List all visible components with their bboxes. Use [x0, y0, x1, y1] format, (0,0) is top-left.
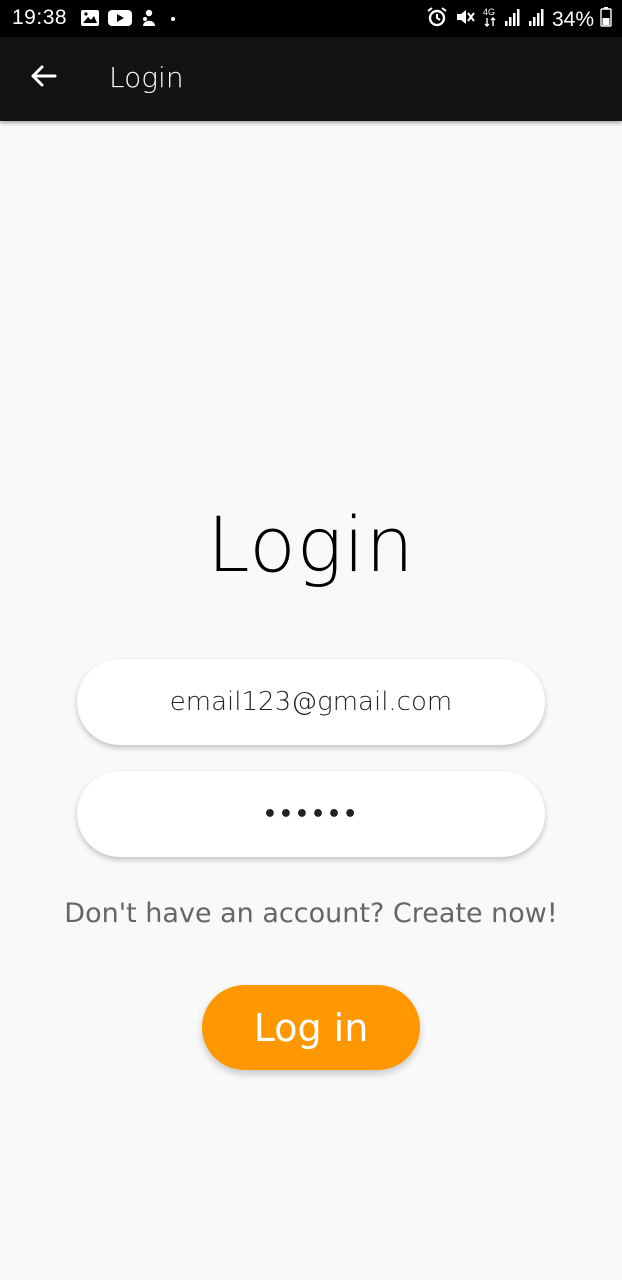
status-left-icons: [80, 8, 180, 33]
signal-icon: [504, 7, 522, 32]
email-field[interactable]: [99, 686, 523, 718]
login-button[interactable]: Log in: [202, 985, 420, 1070]
notification-icon: [140, 8, 158, 33]
app-toolbar: Login: [0, 37, 622, 121]
create-account-link[interactable]: Don't have an account? Create now!: [0, 898, 622, 929]
signal-icon: [528, 7, 546, 32]
password-field[interactable]: [99, 800, 523, 828]
youtube-icon: [108, 9, 132, 32]
status-right: 4G 34%: [426, 6, 612, 33]
4g-icon: 4G: [482, 6, 498, 33]
arrow-left-icon: [29, 64, 57, 92]
status-bar: 19:38 4G 34%: [0, 0, 622, 37]
back-button[interactable]: [22, 57, 64, 99]
mute-icon: [454, 7, 476, 32]
dot-icon: [166, 9, 180, 32]
password-field-container: [77, 771, 545, 857]
status-time: 19:38: [12, 6, 68, 29]
battery-icon: [600, 7, 612, 32]
email-field-container: [77, 659, 545, 745]
alarm-icon: [426, 7, 448, 32]
battery-percentage: 34%: [551, 7, 594, 31]
toolbar-title: Login: [109, 61, 184, 94]
network-label: 4G: [483, 7, 495, 17]
page-title: Login: [207, 500, 415, 589]
image-icon: [80, 9, 100, 32]
